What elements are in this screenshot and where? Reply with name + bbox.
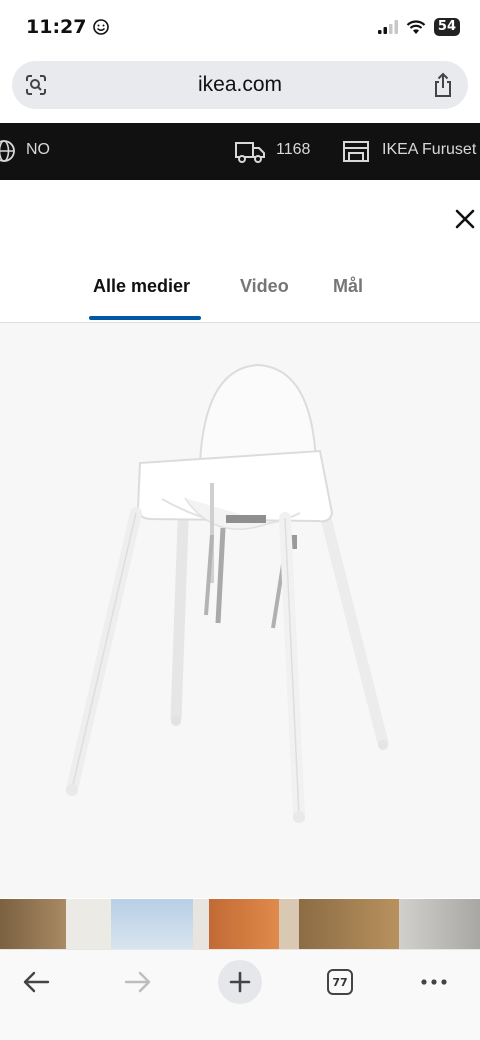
language-selector[interactable]: NO xyxy=(26,141,50,159)
back-button[interactable] xyxy=(14,960,58,1004)
forward-button[interactable] xyxy=(116,960,160,1004)
ikea-top-bar: NO 1168 IKEA Furuset xyxy=(0,123,480,180)
tabs-button[interactable]: 77 xyxy=(318,960,362,1004)
url-text[interactable]: ikea.com xyxy=(12,73,468,97)
tabs-icon[interactable]: 77 xyxy=(327,969,353,995)
close-button[interactable] xyxy=(452,206,478,232)
battery-icon: 54 xyxy=(433,18,460,36)
back-arrow-icon[interactable] xyxy=(22,970,50,994)
new-tab-button[interactable] xyxy=(218,960,262,1004)
more-button[interactable] xyxy=(412,960,456,1004)
plus-icon[interactable] xyxy=(229,971,251,993)
status-time: 11:27 xyxy=(26,16,109,38)
tab-video[interactable]: Video xyxy=(240,276,289,297)
thumbnail-strip[interactable] xyxy=(0,899,480,949)
close-icon[interactable] xyxy=(452,206,478,232)
more-icon[interactable] xyxy=(421,979,447,985)
product-image[interactable] xyxy=(0,323,480,898)
url-bar[interactable]: ikea.com xyxy=(12,61,468,109)
share-icon[interactable] xyxy=(432,72,454,103)
media-tabs: Alle medier Video Mål xyxy=(0,270,480,323)
tab-all-media[interactable]: Alle medier xyxy=(93,276,190,297)
store-name[interactable]: IKEA Furuset xyxy=(382,141,476,159)
status-bar: 11:27 54 xyxy=(0,0,480,56)
forward-arrow-icon[interactable] xyxy=(124,970,152,994)
high-chair-image xyxy=(66,363,389,823)
browser-toolbar: 77 xyxy=(0,949,480,1040)
postcode[interactable]: 1168 xyxy=(276,141,310,159)
status-indicators: 54 xyxy=(377,18,460,36)
truck-icon[interactable] xyxy=(234,140,266,164)
tab-dimensions[interactable]: Mål xyxy=(333,276,363,297)
globe-icon[interactable] xyxy=(0,139,16,163)
tab-count: 77 xyxy=(332,975,348,989)
store-icon[interactable] xyxy=(342,139,370,163)
signal-icon xyxy=(377,20,398,34)
active-tab-indicator xyxy=(89,316,201,320)
smiley-icon xyxy=(93,19,109,35)
wifi-icon xyxy=(406,19,426,34)
